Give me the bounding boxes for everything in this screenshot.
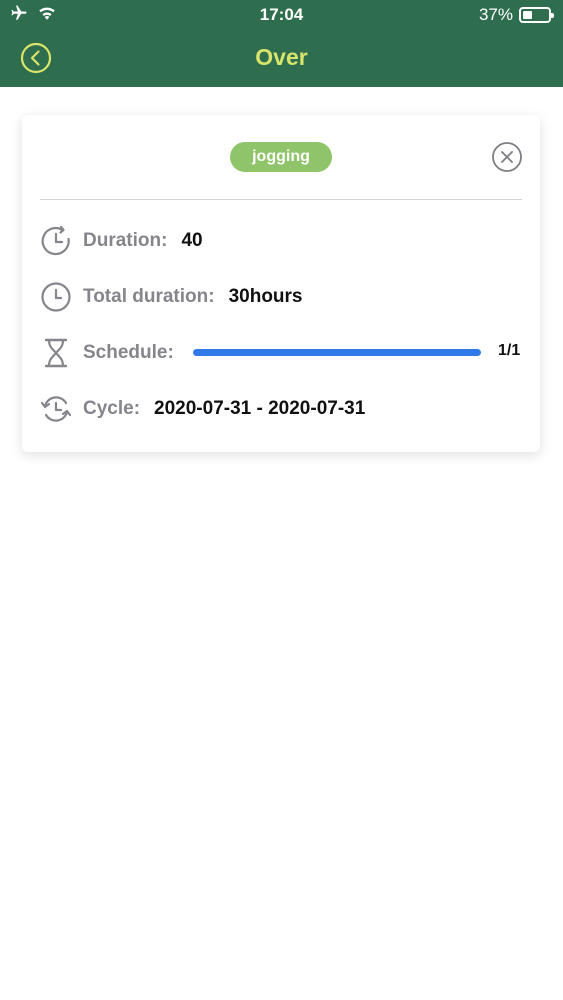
- cycle-row: Cycle: 2020-07-31 - 2020-07-31: [40, 392, 365, 426]
- divider: [40, 199, 522, 200]
- top-bar: 17:04 37% Over: [0, 0, 563, 87]
- cycle-value: 2020-07-31 - 2020-07-31: [154, 398, 366, 419]
- schedule-progress-text: 1/1: [498, 342, 521, 359]
- exercise-card: jogging Duration: 40 Total duration: 30h…: [22, 115, 540, 452]
- nav-bar: Over: [0, 30, 563, 87]
- close-button[interactable]: [491, 141, 523, 173]
- clock-icon: [40, 281, 72, 313]
- battery-percent: 37%: [478, 5, 513, 24]
- schedule-label: Schedule:: [83, 342, 174, 363]
- total-duration-label: Total duration:: [83, 286, 215, 307]
- status-bar: 17:04 37%: [0, 0, 563, 30]
- cycle-icon: [40, 393, 72, 425]
- close-circle-icon: [492, 142, 522, 172]
- schedule-progress-bar: [193, 349, 481, 356]
- activity-tag: jogging: [230, 142, 332, 172]
- total-duration-value: 30hours: [228, 286, 303, 307]
- duration-label: Duration:: [83, 230, 168, 251]
- clock-rotate-icon: [40, 225, 72, 257]
- schedule-progress-fill: [193, 349, 481, 356]
- cycle-label: Cycle:: [83, 398, 141, 419]
- battery-icon: [519, 7, 554, 23]
- hourglass-icon: [40, 337, 72, 369]
- page-title: Over: [255, 44, 308, 70]
- schedule-row: Schedule:: [40, 336, 188, 370]
- total-duration-row: Total duration: 30hours: [40, 280, 303, 314]
- duration-value: 40: [181, 230, 203, 251]
- duration-row: Duration: 40: [40, 224, 203, 258]
